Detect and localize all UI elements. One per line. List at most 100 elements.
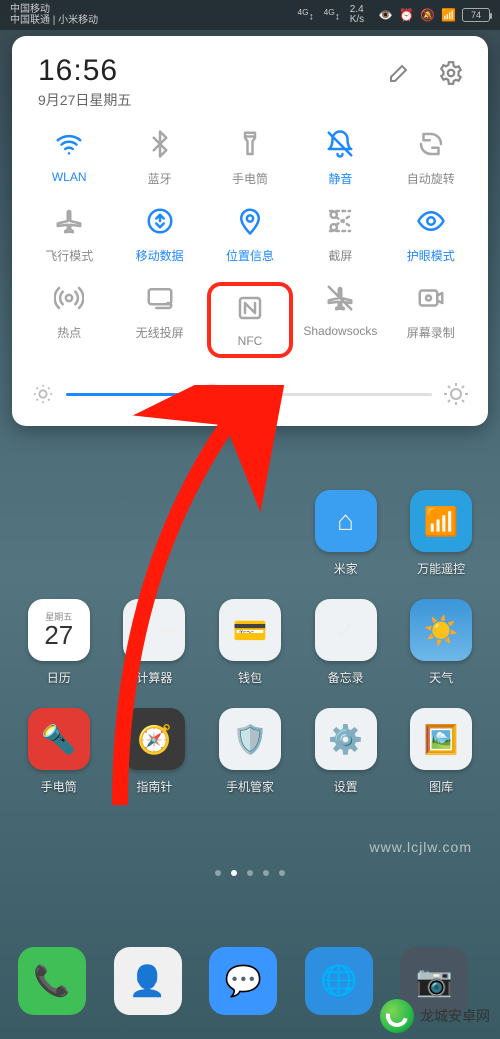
airplane-icon xyxy=(53,205,85,237)
tile-label: 蓝牙 xyxy=(148,170,172,187)
tile-mute[interactable]: 静音 xyxy=(297,128,383,187)
flashlight-icon xyxy=(234,128,266,160)
app-label: 设置 xyxy=(334,778,358,795)
app-label: 米家 xyxy=(334,560,358,577)
app-设置[interactable]: ⚙️设置 xyxy=(305,708,387,795)
wifi-icon xyxy=(53,128,85,160)
tile-label: 护眼模式 xyxy=(407,247,455,264)
tile-data[interactable]: 移动数据 xyxy=(116,205,202,264)
hotspot-icon xyxy=(53,282,85,314)
tile-torch[interactable]: 手电筒 xyxy=(207,128,293,187)
app-备忘录[interactable]: ✓备忘录 xyxy=(305,599,387,686)
tile-label: 移动数据 xyxy=(136,247,184,264)
app-label: 钱包 xyxy=(238,669,262,686)
tile-eyecare[interactable]: 护眼模式 xyxy=(388,205,474,264)
dock-item-3[interactable]: 🌐 xyxy=(305,947,373,1015)
bell-off-icon xyxy=(324,128,356,160)
bluetooth-icon xyxy=(144,128,176,160)
brightness-track[interactable] xyxy=(66,393,432,396)
quick-settings-grid: WLAN 蓝牙 手电筒 静音 自动旋转飞行模式 移动数据 位置信息 截屏 护眼模式热点 无线投屏 N… xyxy=(26,128,474,358)
tile-label: 静音 xyxy=(328,170,352,187)
tile-location[interactable]: 位置信息 xyxy=(207,205,293,264)
tile-label: 热点 xyxy=(57,324,81,341)
app-手机管家[interactable]: 🛡️手机管家 xyxy=(209,708,291,795)
brand-logo-icon xyxy=(380,999,414,1033)
home-apps: ⌂米家📶万能遥控星期五27日历＋－计算器💳钱包✓备忘录☀️天气 🔦手电筒🧭指南针🛡… xyxy=(0,490,500,817)
tile-hotspot[interactable]: 热点 xyxy=(26,282,112,358)
edit-icon[interactable] xyxy=(388,60,412,86)
tile-screenshot[interactable]: 截屏 xyxy=(297,205,383,264)
tile-label: 飞行模式 xyxy=(45,247,93,264)
cast-icon xyxy=(144,282,176,314)
tile-shadowsocks[interactable]: Shadowsocks xyxy=(297,282,383,358)
tile-label: Shadowsocks xyxy=(303,324,377,338)
tile-label: 自动旋转 xyxy=(407,170,455,187)
plane-off-icon xyxy=(324,282,356,314)
signal-icon: 📶 xyxy=(441,8,456,22)
location-icon xyxy=(234,205,266,237)
tile-label: 截屏 xyxy=(328,247,352,264)
app-米家[interactable]: ⌂米家 xyxy=(305,490,387,577)
panel-clock[interactable]: 16:56 xyxy=(38,54,388,88)
rotate-icon xyxy=(415,128,447,160)
app-计算器[interactable]: ＋－计算器 xyxy=(114,599,196,686)
app-label: 日历 xyxy=(47,669,71,686)
tile-cast[interactable]: 无线投屏 xyxy=(116,282,202,358)
carrier-2: 中国联通 | 小米移动 xyxy=(10,15,297,26)
app-手电筒[interactable]: 🔦手电筒 xyxy=(18,708,100,795)
app-label: 计算器 xyxy=(136,669,172,686)
statusbar: 中国移动 中国联通 | 小米移动 4G↕ 4G↕ 2.4K/s 👁️ ⏰ 🔕 📶… xyxy=(0,0,500,30)
carrier-1: 中国移动 xyxy=(10,4,297,15)
watermark: www.lcjlw.com xyxy=(370,839,472,855)
tile-label: 手电筒 xyxy=(232,170,268,187)
app-指南针[interactable]: 🧭指南针 xyxy=(114,708,196,795)
panel-date[interactable]: 9月27日星期五 xyxy=(38,90,388,110)
brightness-high-icon xyxy=(444,382,468,406)
app-钱包[interactable]: 💳钱包 xyxy=(209,599,291,686)
statusbar-carriers: 中国移动 中国联通 | 小米移动 xyxy=(10,4,297,26)
tile-label: 无线投屏 xyxy=(136,324,184,341)
net-1: 4G↕ xyxy=(297,7,313,22)
app-图库[interactable]: 🖼️图库 xyxy=(400,708,482,795)
quick-settings-panel: 16:56 9月27日星期五 WLAN 蓝牙 手电筒 静音 自动旋转飞行模式 移动数据 位置… xyxy=(12,36,488,426)
app-label: 备忘录 xyxy=(328,669,364,686)
tile-nfc[interactable]: NFC xyxy=(207,282,293,358)
app-label: 天气 xyxy=(429,669,453,686)
app-label: 图库 xyxy=(429,778,453,795)
app-label: 万能遥控 xyxy=(417,560,465,577)
alarm-icon: ⏰ xyxy=(399,8,414,22)
dnd-icon: 🔕 xyxy=(420,8,435,22)
tile-label: WLAN xyxy=(52,170,87,184)
brand-text: 龙城安卓网 xyxy=(420,1006,490,1026)
nfc-icon xyxy=(234,292,266,324)
tile-label: 位置信息 xyxy=(226,247,274,264)
brand-badge: 龙城安卓网 xyxy=(380,999,490,1033)
dock-item-0[interactable]: 📞 xyxy=(18,947,86,1015)
dock-item-2[interactable]: 💬 xyxy=(209,947,277,1015)
app-label: 手机管家 xyxy=(226,778,274,795)
app-日历[interactable]: 星期五27日历 xyxy=(18,599,100,686)
app-天气[interactable]: ☀️天气 xyxy=(400,599,482,686)
app-万能遥控[interactable]: 📶万能遥控 xyxy=(400,490,482,577)
net-2: 4G↕ xyxy=(324,7,340,22)
tile-rotate[interactable]: 自动旋转 xyxy=(388,128,474,187)
tile-wifi[interactable]: WLAN xyxy=(26,128,112,187)
brightness-slider[interactable] xyxy=(26,382,474,406)
eye-icon xyxy=(415,205,447,237)
settings-icon[interactable] xyxy=(438,60,464,86)
tile-label: NFC xyxy=(238,334,263,348)
tile-label: 屏幕录制 xyxy=(407,324,455,341)
dock-item-1[interactable]: 👤 xyxy=(114,947,182,1015)
brightness-low-icon xyxy=(32,383,54,405)
data-icon xyxy=(144,205,176,237)
scissors-icon xyxy=(324,205,356,237)
net-speed: 2.4K/s xyxy=(350,5,364,25)
battery-icon: 74 xyxy=(462,8,490,22)
eye-icon: 👁️ xyxy=(378,8,393,22)
tile-airplane[interactable]: 飞行模式 xyxy=(26,205,112,264)
page-indicator xyxy=(0,870,500,876)
tile-bt[interactable]: 蓝牙 xyxy=(116,128,202,187)
tile-record[interactable]: 屏幕录制 xyxy=(388,282,474,358)
app-label: 手电筒 xyxy=(41,778,77,795)
app-label: 指南针 xyxy=(136,778,172,795)
